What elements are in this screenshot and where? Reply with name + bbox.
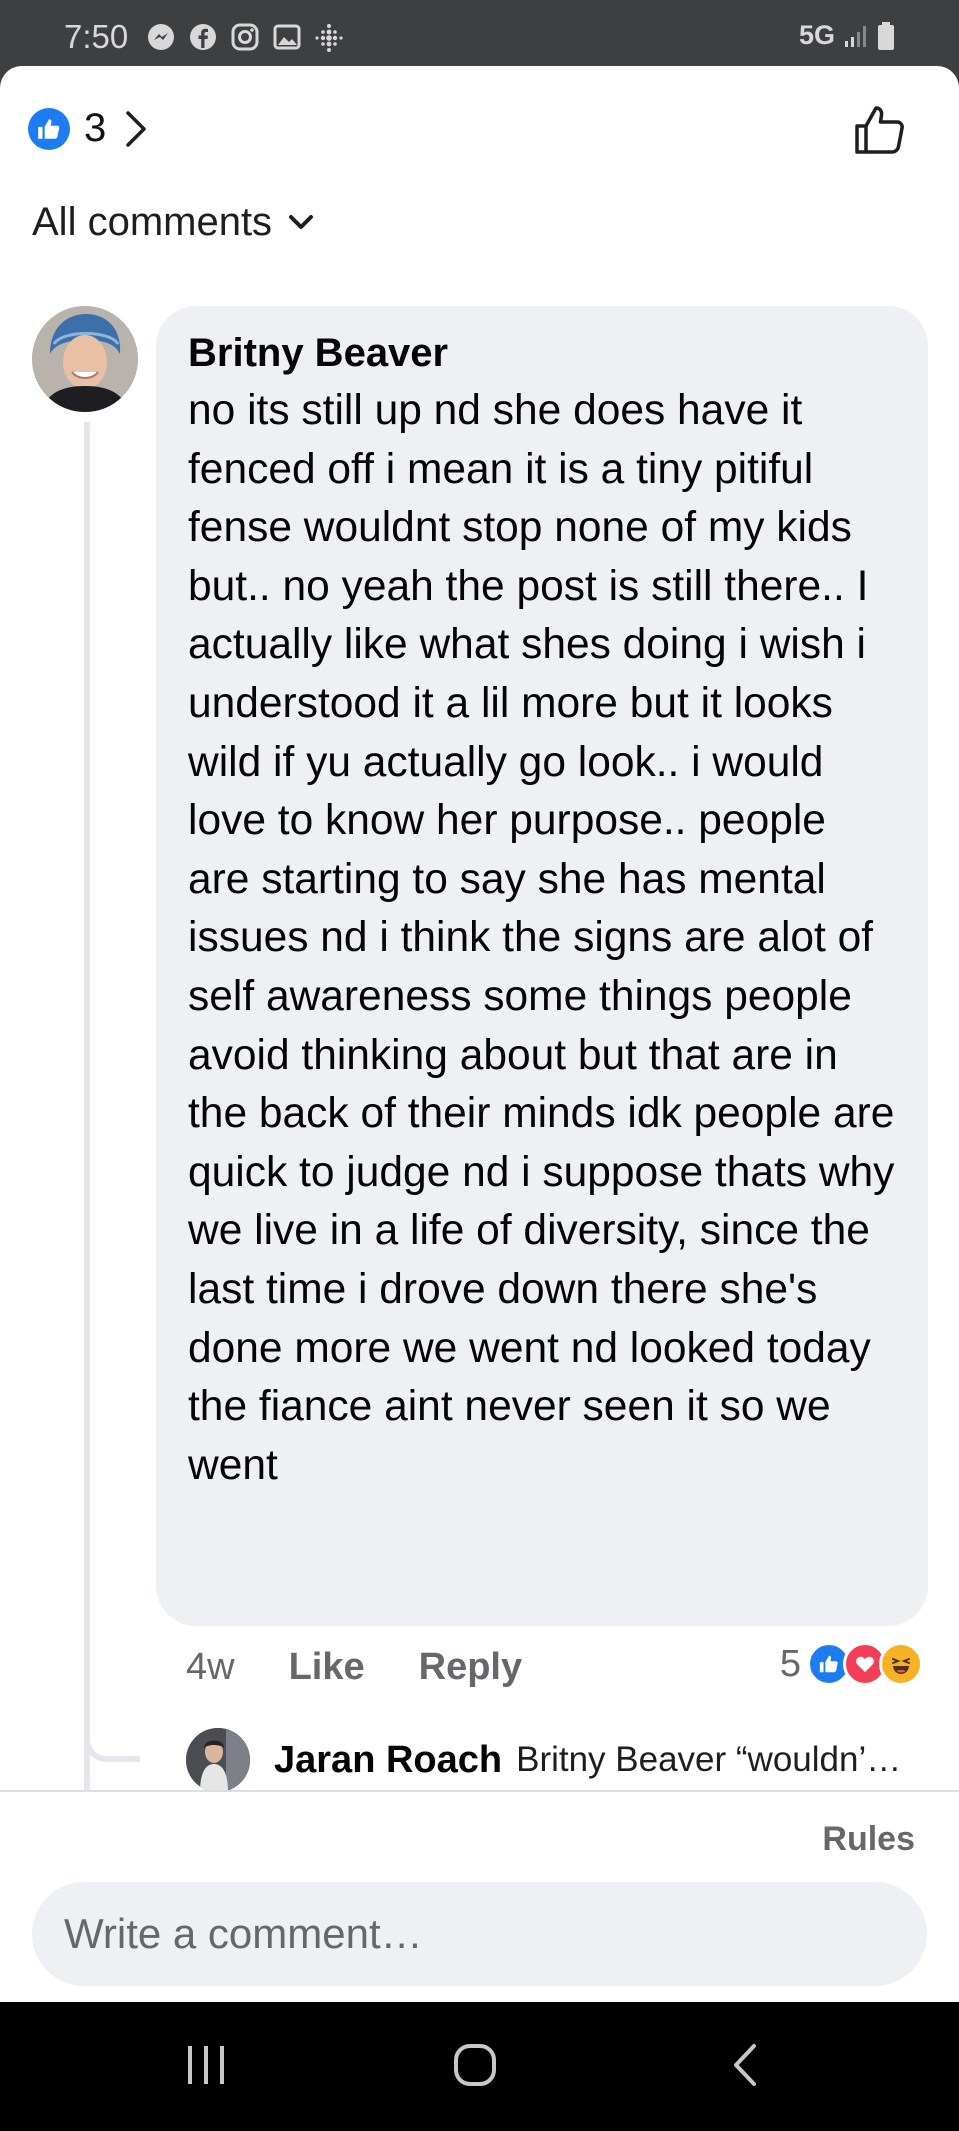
status-time: 7:50 (64, 18, 129, 55)
rules-link[interactable]: Rules (822, 1820, 915, 1859)
reply-author: Jaran Roach (274, 1738, 503, 1781)
like-reaction-icon (28, 107, 70, 150)
comment-bubble[interactable]: Britny Beaver no its still up nd she doe… (156, 306, 928, 1626)
reply-button[interactable]: Reply (419, 1646, 522, 1689)
notification-icons (146, 22, 344, 52)
avatar[interactable] (32, 306, 138, 412)
back-icon (734, 2044, 756, 2086)
reactions-summary[interactable]: 3 (28, 106, 148, 151)
messenger-icon (148, 24, 174, 50)
status-right: 5G (799, 20, 895, 51)
reply-avatar[interactable] (186, 1728, 250, 1792)
fitbit-icon (315, 24, 343, 52)
thumbs-up-outline-icon (855, 106, 904, 154)
reaction-count: 3 (84, 106, 107, 150)
chevron-right-icon (126, 110, 146, 147)
thread-line (84, 422, 90, 1758)
comment-timestamp[interactable]: 4w (186, 1646, 235, 1689)
comment-reaction-count: 5 (779, 1642, 801, 1685)
facebook-icon (190, 24, 216, 50)
instagram-icon (231, 23, 259, 51)
recent-apps-icon (188, 2046, 224, 2084)
comment-input[interactable] (32, 1882, 927, 1986)
like-comment-button[interactable]: Like (289, 1646, 365, 1689)
home-icon (454, 2044, 496, 2086)
thread-connector (84, 1722, 140, 1762)
back-button[interactable] (728, 2042, 762, 2093)
filter-label: All comments (32, 200, 273, 244)
comment-reactions[interactable]: 5 (780, 1642, 923, 1686)
home-button[interactable] (452, 2042, 498, 2093)
network-label: 5G (798, 20, 835, 50)
comment-filter-dropdown[interactable]: All comments (32, 200, 314, 245)
comment-actions: 4w Like Reply (186, 1646, 522, 1689)
navigation-bar (0, 2002, 959, 2131)
signal-icon (845, 25, 866, 47)
gallery-icon (273, 24, 301, 50)
comment-author[interactable]: Britny Beaver (188, 328, 898, 378)
recent-apps-button[interactable] (184, 2042, 228, 2093)
comment-text: no its still up nd she does have it fenc… (188, 387, 895, 1489)
like-post-button[interactable] (851, 102, 907, 163)
status-bar: 7:50 5G (0, 0, 959, 66)
reply-preview[interactable]: Jaran Roach Britny Beaver “wouldn’… (186, 1728, 926, 1792)
comments-sheet: 3 All comments Britny Beaver no its stil… (0, 66, 959, 2002)
reply-snippet: Britny Beaver “wouldn’… (516, 1740, 902, 1779)
comment-footer: Rules (0, 1792, 959, 2002)
haha-reaction-icon (879, 1642, 923, 1686)
chevron-down-icon (289, 214, 314, 229)
battery-icon (878, 21, 894, 50)
